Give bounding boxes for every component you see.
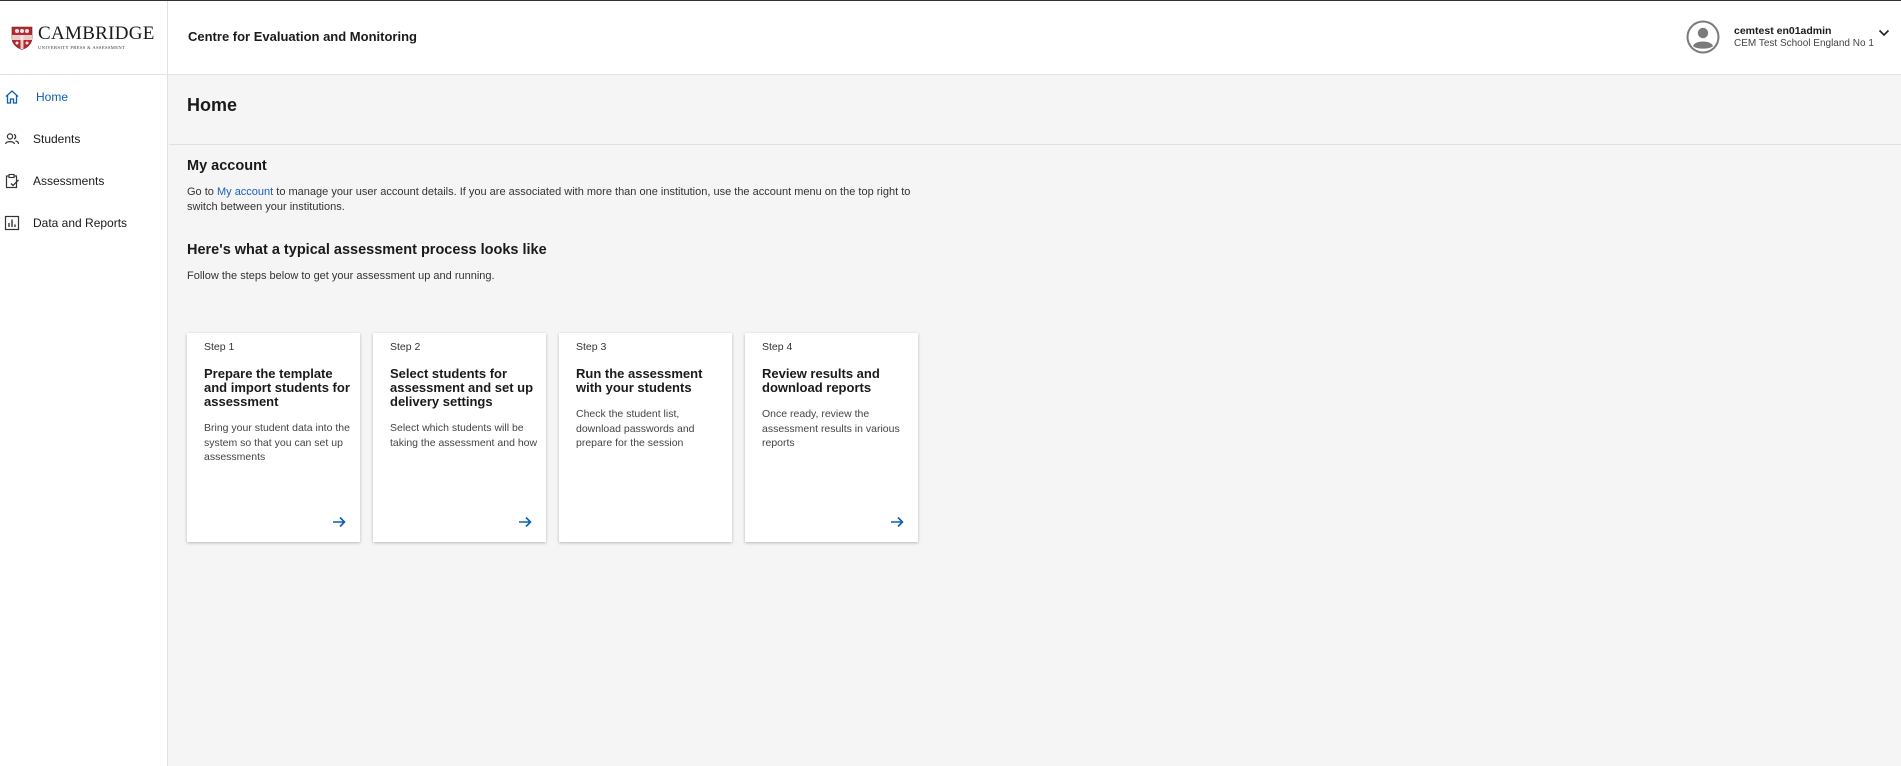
arrow-right-icon[interactable]	[331, 514, 347, 530]
logo-subtitle: UNIVERSITY PRESS & ASSESSMENT	[38, 45, 126, 50]
step-label: Step 3	[576, 341, 607, 353]
step-description: Bring your student data into the system …	[204, 422, 350, 463]
step-title: Select students for assessment and set u…	[390, 366, 534, 409]
my-account-link[interactable]: My account	[217, 186, 273, 198]
app-title: Centre for Evaluation and Monitoring	[188, 29, 417, 44]
sidebar-item-label: Assessments	[33, 174, 105, 188]
sidebar-item-students[interactable]: Students	[0, 127, 167, 151]
bar-chart-icon	[4, 215, 20, 231]
cambridge-logo[interactable]: CAMBRIDGE UNIVERSITY PRESS & ASSESSMENT	[11, 23, 155, 50]
user-name: cemtest en01admin	[1734, 24, 1832, 37]
step-card-2[interactable]: Step 2 Select students for assessment an…	[373, 333, 546, 542]
process-heading: Here's what a typical assessment process…	[187, 242, 547, 258]
step-card-1[interactable]: Step 1 Prepare the template and import s…	[187, 333, 360, 542]
sidebar-item-label: Students	[33, 132, 81, 146]
step-title: Prepare the template and import students…	[204, 366, 350, 409]
title-divider	[169, 144, 1901, 145]
sidebar: Home Students Assessments Data and Repor…	[0, 75, 168, 766]
step-card-4[interactable]: Step 4 Review results and download repor…	[745, 333, 918, 542]
step-title: Review results and download reports	[762, 366, 880, 395]
user-avatar-icon	[1686, 20, 1720, 54]
step-label: Step 2	[390, 341, 421, 353]
chevron-down-icon[interactable]	[1877, 26, 1891, 40]
user-school: CEM Test School England No 1	[1734, 37, 1874, 49]
people-icon	[4, 133, 20, 145]
step-title: Run the assessment with your students	[576, 366, 703, 395]
app-header: CAMBRIDGE UNIVERSITY PRESS & ASSESSMENT …	[0, 1, 1901, 75]
shield-icon	[11, 26, 33, 50]
main-content: Home My account Go to My account to mana…	[169, 75, 1901, 766]
home-icon	[5, 90, 19, 104]
step-description: Select which students will be taking the…	[390, 422, 538, 449]
my-account-text: Go to My account to manage your user acc…	[187, 186, 911, 213]
page-title: Home	[187, 95, 238, 115]
my-account-heading: My account	[187, 158, 267, 174]
arrow-right-icon[interactable]	[889, 514, 905, 530]
logo-area: CAMBRIDGE UNIVERSITY PRESS & ASSESSMENT	[0, 1, 168, 75]
step-card-3[interactable]: Step 3 Run the assessment with your stud…	[559, 333, 732, 542]
sidebar-item-label: Data and Reports	[33, 216, 128, 230]
logo-name: CAMBRIDGE	[38, 23, 155, 44]
sidebar-item-assessments[interactable]: Assessments	[0, 169, 167, 193]
arrow-right-icon[interactable]	[517, 514, 533, 530]
step-description: Once ready, review the assessment result…	[762, 408, 900, 449]
account-menu[interactable]: cemtest en01admin CEM Test School Englan…	[1686, 20, 1874, 54]
step-label: Step 1	[204, 341, 235, 353]
process-subtitle: Follow the steps below to get your asses…	[187, 270, 495, 282]
sidebar-item-data-and-reports[interactable]: Data and Reports	[0, 211, 167, 235]
step-description: Check the student list, download passwor…	[576, 408, 695, 449]
clipboard-check-icon	[5, 173, 19, 189]
sidebar-item-home[interactable]: Home	[0, 85, 167, 109]
step-label: Step 4	[762, 341, 793, 353]
sidebar-item-label: Home	[36, 90, 69, 104]
